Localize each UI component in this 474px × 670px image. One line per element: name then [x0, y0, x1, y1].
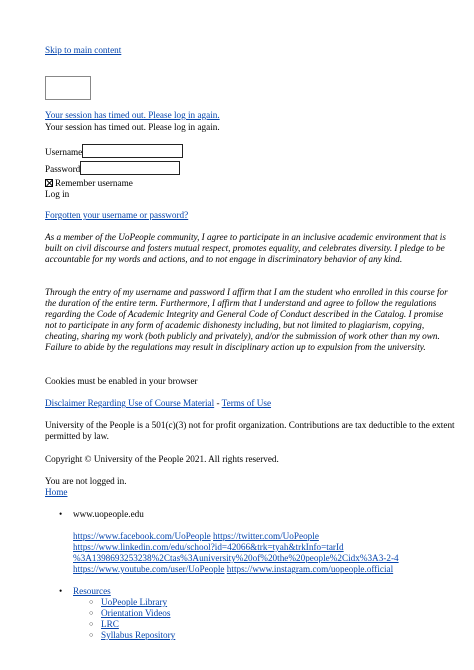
resources-link[interactable]: Resources [73, 586, 111, 596]
linkedin-link[interactable]: https://www.linkedin.com/edu/school?id=4… [73, 542, 399, 563]
orientation-videos-link[interactable]: Orientation Videos [101, 608, 170, 618]
remember-username-row: Remember username [45, 178, 133, 189]
terms-of-use-link[interactable]: Terms of Use [222, 398, 271, 408]
syllabus-repository-link[interactable]: Syllabus Repository [101, 630, 175, 640]
password-row: Password [45, 161, 181, 175]
password-input[interactable] [80, 161, 181, 175]
site-url-item: www.uopeople.edu [59, 509, 144, 520]
username-label: Username [45, 147, 83, 157]
password-label: Password [45, 164, 81, 174]
login-button[interactable]: Log in [45, 189, 69, 200]
youtube-link[interactable]: https://www.youtube.com/user/UoPeople [73, 564, 225, 574]
community-pledge-text: As a member of the UoPeople community, I… [45, 232, 446, 264]
session-timeout-message: Your session has timed out. Please log i… [45, 122, 220, 132]
resources-submenu: UoPeople Library Orientation Videos LRC … [89, 597, 175, 641]
remember-username-checkbox[interactable] [45, 179, 53, 187]
disclaimer-link[interactable]: Disclaimer Regarding Use of Course Mater… [45, 398, 214, 408]
lrc-link[interactable]: LRC [101, 619, 119, 629]
footer-list: www.uopeople.edu [59, 509, 144, 520]
footer-separator: - [214, 398, 222, 408]
resource-item: LRC [89, 619, 175, 630]
resources-list: Resources UoPeople Library Orientation V… [59, 586, 175, 641]
login-status: You are not logged in. [45, 476, 127, 486]
academic-integrity-text: Through the entry of my username and pas… [45, 287, 448, 352]
username-row: Username [45, 144, 184, 158]
nonprofit-statement: University of the People is a 501(c)(3) … [45, 420, 455, 441]
session-timeout-link[interactable]: Your session has timed out. Please log i… [45, 110, 220, 121]
logo-placeholder [45, 76, 91, 100]
forgot-password-link[interactable]: Forgotten your username or password? [45, 210, 188, 221]
resource-item: Orientation Videos [89, 608, 175, 619]
resource-item: Syllabus Repository [89, 630, 175, 641]
twitter-link[interactable]: https://twitter.com/UoPeople [213, 531, 319, 541]
home-link[interactable]: Home [45, 487, 67, 498]
footer-links: Disclaimer Regarding Use of Course Mater… [45, 398, 271, 409]
linkedin-link-part-2: %3A1398693253238%2Ctas%3Auniversity%20of… [73, 553, 399, 563]
facebook-link[interactable]: https://www.facebook.com/UoPeople [73, 531, 211, 541]
instagram-link[interactable]: https://www.instagram.com/uopeople.offic… [227, 564, 393, 574]
copyright-text: Copyright © University of the People 202… [45, 454, 279, 464]
social-links: https://www.facebook.com/UoPeople https:… [73, 531, 458, 575]
linkedin-link-part-1: https://www.linkedin.com/edu/school?id=4… [73, 542, 344, 552]
resources-item: Resources UoPeople Library Orientation V… [59, 586, 175, 641]
cookies-notice: Cookies must be enabled in your browser [45, 376, 198, 386]
skip-to-content-link[interactable]: Skip to main content [45, 45, 121, 56]
username-input[interactable] [82, 144, 184, 158]
uopeople-library-link[interactable]: UoPeople Library [101, 597, 167, 607]
remember-username-label: Remember username [55, 178, 133, 188]
resource-item: UoPeople Library [89, 597, 175, 608]
